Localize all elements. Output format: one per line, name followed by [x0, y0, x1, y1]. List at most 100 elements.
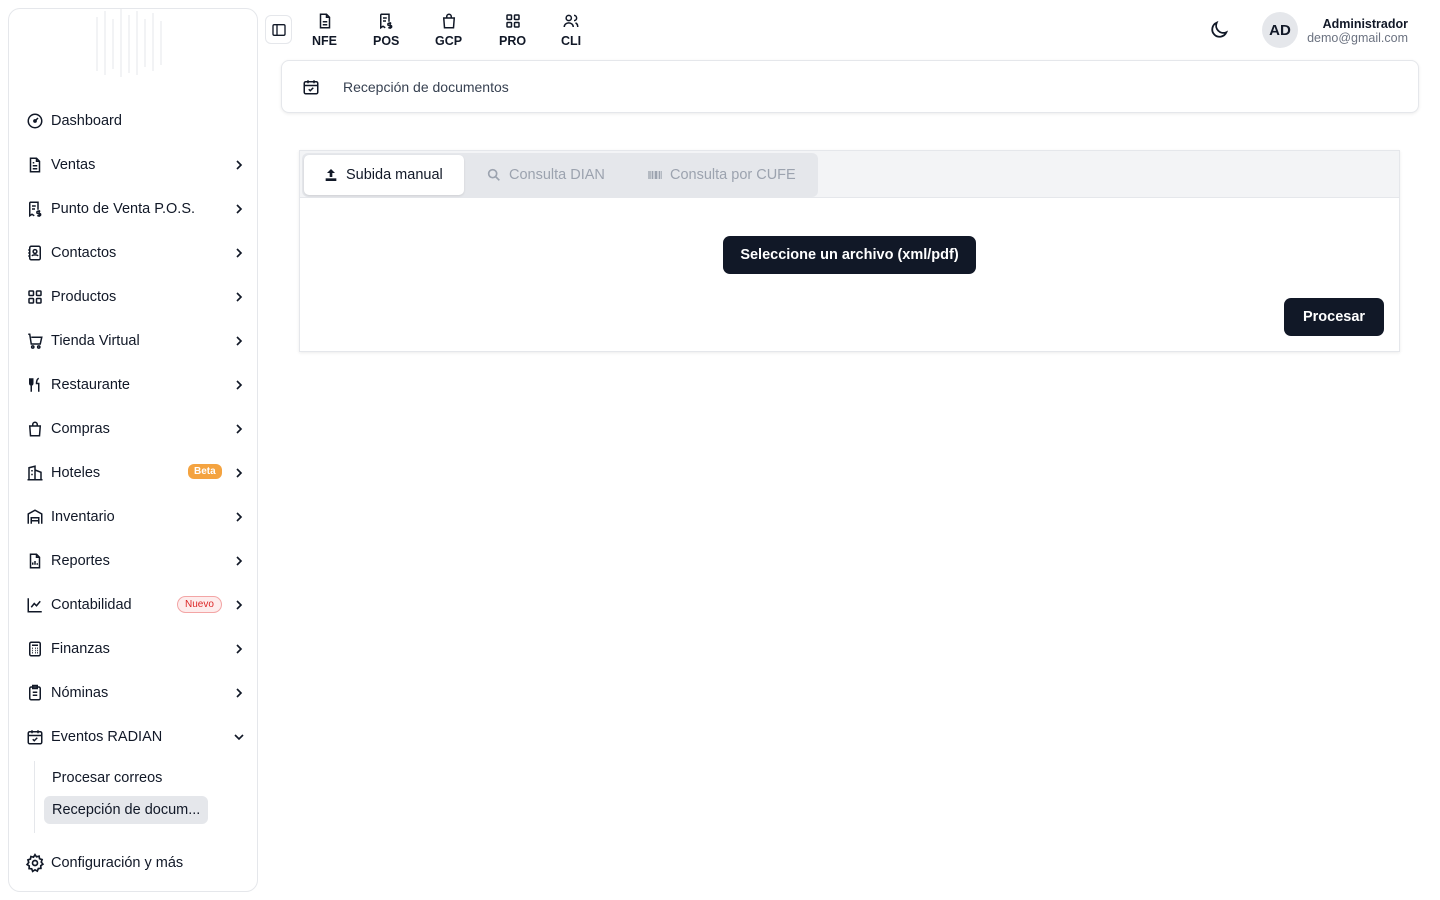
chart-icon: [25, 595, 45, 615]
sidebar-item-settings[interactable]: Configuración y más: [25, 847, 247, 879]
contact-book-icon: [25, 243, 45, 263]
sidebar-item-label: Finanzas: [51, 641, 110, 657]
sidebar-item-label: Nóminas: [51, 685, 109, 701]
module-label: POS: [373, 34, 400, 48]
upload-card: Subida manual Consulta DIAN Consulta por…: [299, 150, 1400, 352]
warehouse-icon: [25, 507, 45, 527]
sidebar-item-label: Ventas: [51, 157, 96, 173]
sidebar-item-inventario[interactable]: Inventario: [25, 501, 247, 533]
chevron-right-icon: [236, 600, 243, 610]
sidebar-item-pos[interactable]: Punto de Venta P.O.S.: [25, 193, 247, 225]
settings-label: Configuración y más: [51, 855, 184, 871]
chevron-right-icon: [236, 468, 243, 478]
barcode-icon: [648, 171, 662, 179]
cart-icon: [25, 331, 45, 351]
sidebar-item-label: Compras: [51, 421, 110, 437]
calendar-check-icon: [25, 727, 45, 747]
sidebar-item-reportes[interactable]: Reportes: [25, 545, 247, 577]
shopping-bag-icon: [25, 419, 45, 439]
chevron-right-icon: [236, 292, 243, 302]
breadcrumb: Recepción de documentos: [281, 60, 1419, 113]
tabs-band: Subida manual Consulta DIAN Consulta por…: [300, 151, 1399, 198]
calculator-icon: [25, 639, 45, 659]
sidebar-item-ventas[interactable]: Ventas: [25, 149, 247, 181]
sidebar-item-label: Inventario: [51, 509, 115, 525]
beta-badge: Beta: [188, 464, 222, 479]
process-button[interactable]: Procesar: [1284, 298, 1384, 336]
shopping-bag-icon: [442, 13, 455, 29]
module-label: NFE: [312, 34, 337, 48]
module-cli[interactable]: CLI: [561, 12, 581, 48]
tab-consulta-dian[interactable]: Consulta DIAN: [486, 155, 605, 195]
module-gcp[interactable]: GCP: [435, 12, 462, 48]
module-pos[interactable]: POS: [373, 12, 399, 48]
tab-consulta-cufe[interactable]: Consulta por CUFE: [647, 155, 796, 195]
chevron-right-icon: [236, 160, 243, 170]
module-label: GCP: [435, 34, 463, 48]
tab-label: Consulta DIAN: [509, 167, 605, 183]
gauge-icon: [25, 111, 45, 131]
receipt-dollar-icon: [25, 199, 45, 219]
chevron-right-icon: [236, 248, 243, 258]
sidebar-subitem-procesar-correos[interactable]: Procesar correos: [52, 770, 162, 786]
tab-label: Consulta por CUFE: [670, 167, 796, 183]
document-icon: [319, 13, 330, 29]
tab-list: Subida manual Consulta DIAN Consulta por…: [302, 153, 818, 197]
tab-subida-manual[interactable]: Subida manual: [304, 155, 464, 195]
user-email: demo@gmail.com: [1307, 31, 1408, 45]
sidebar-item-label: Reportes: [51, 553, 110, 569]
sidebar-item-label: Productos: [51, 289, 117, 305]
file-text-icon: [25, 155, 45, 175]
clipboard-icon: [25, 683, 45, 703]
module-nfe[interactable]: NFE: [312, 12, 337, 48]
sidebar-item-productos[interactable]: Productos: [25, 281, 247, 313]
utensils-icon: [25, 375, 45, 395]
sidebar-item-label: Tienda Virtual: [51, 333, 140, 349]
new-badge: Nuevo: [177, 596, 222, 613]
sidebar-item-label: Eventos RADIAN: [51, 729, 163, 745]
sidebar-item-tienda-virtual[interactable]: Tienda Virtual: [25, 325, 247, 357]
sidebar-item-dashboard[interactable]: Dashboard: [25, 105, 247, 137]
sidebar-item-label: Contactos: [51, 245, 117, 261]
sidebar-item-contactos[interactable]: Contactos: [25, 237, 247, 269]
module-label: CLI: [561, 34, 582, 48]
search-icon: [487, 168, 500, 181]
chevron-right-icon: [236, 512, 243, 522]
users-icon: [563, 14, 579, 28]
upload-icon: [325, 169, 337, 181]
gear-icon: [25, 853, 45, 873]
sidebar: Dashboard Ventas Punto de Venta P.O.S. C…: [8, 8, 258, 892]
tab-label: Subida manual: [346, 167, 443, 183]
chevron-right-icon: [236, 380, 243, 390]
chevron-right-icon: [236, 688, 243, 698]
sidebar-subitem-recepcion[interactable]: Recepción de docum...: [44, 796, 209, 824]
sidebar-item-eventos-radian[interactable]: Eventos RADIAN: [25, 721, 247, 753]
page-title: Recepción de documentos: [343, 78, 509, 95]
chevron-down-icon: [234, 734, 244, 741]
logo: [96, 9, 162, 77]
module-label: PRO: [499, 34, 527, 48]
submenu-line: [34, 761, 35, 833]
chevron-right-icon: [236, 336, 243, 346]
sidebar-item-contabilidad[interactable]: Contabilidad Nuevo: [25, 589, 247, 621]
report-icon: [25, 551, 45, 571]
chevron-right-icon: [236, 204, 243, 214]
sidebar-item-label: Restaurante: [51, 377, 130, 393]
sidebar-panel-icon: [271, 23, 286, 36]
calendar-check-icon: [303, 79, 319, 94]
avatar[interactable]: AD: [1262, 12, 1298, 48]
sidebar-item-compras[interactable]: Compras: [25, 413, 247, 445]
sidebar-toggle-button[interactable]: [265, 15, 292, 44]
moon-icon[interactable]: [1208, 19, 1230, 41]
sidebar-item-hoteles[interactable]: Hoteles Beta: [25, 457, 247, 489]
select-file-button[interactable]: Seleccione un archivo (xml/pdf): [723, 236, 976, 274]
sidebar-item-nominas[interactable]: Nóminas: [25, 677, 247, 709]
sidebar-item-finanzas[interactable]: Finanzas: [25, 633, 247, 665]
sidebar-item-label: Hoteles: [51, 465, 101, 481]
sidebar-item-label: Dashboard: [51, 113, 122, 129]
grid-icon: [505, 14, 520, 28]
receipt-dollar-icon: [380, 13, 393, 30]
user-name: Administrador: [1322, 17, 1408, 31]
module-pro[interactable]: PRO: [499, 12, 526, 48]
sidebar-item-restaurante[interactable]: Restaurante: [25, 369, 247, 401]
